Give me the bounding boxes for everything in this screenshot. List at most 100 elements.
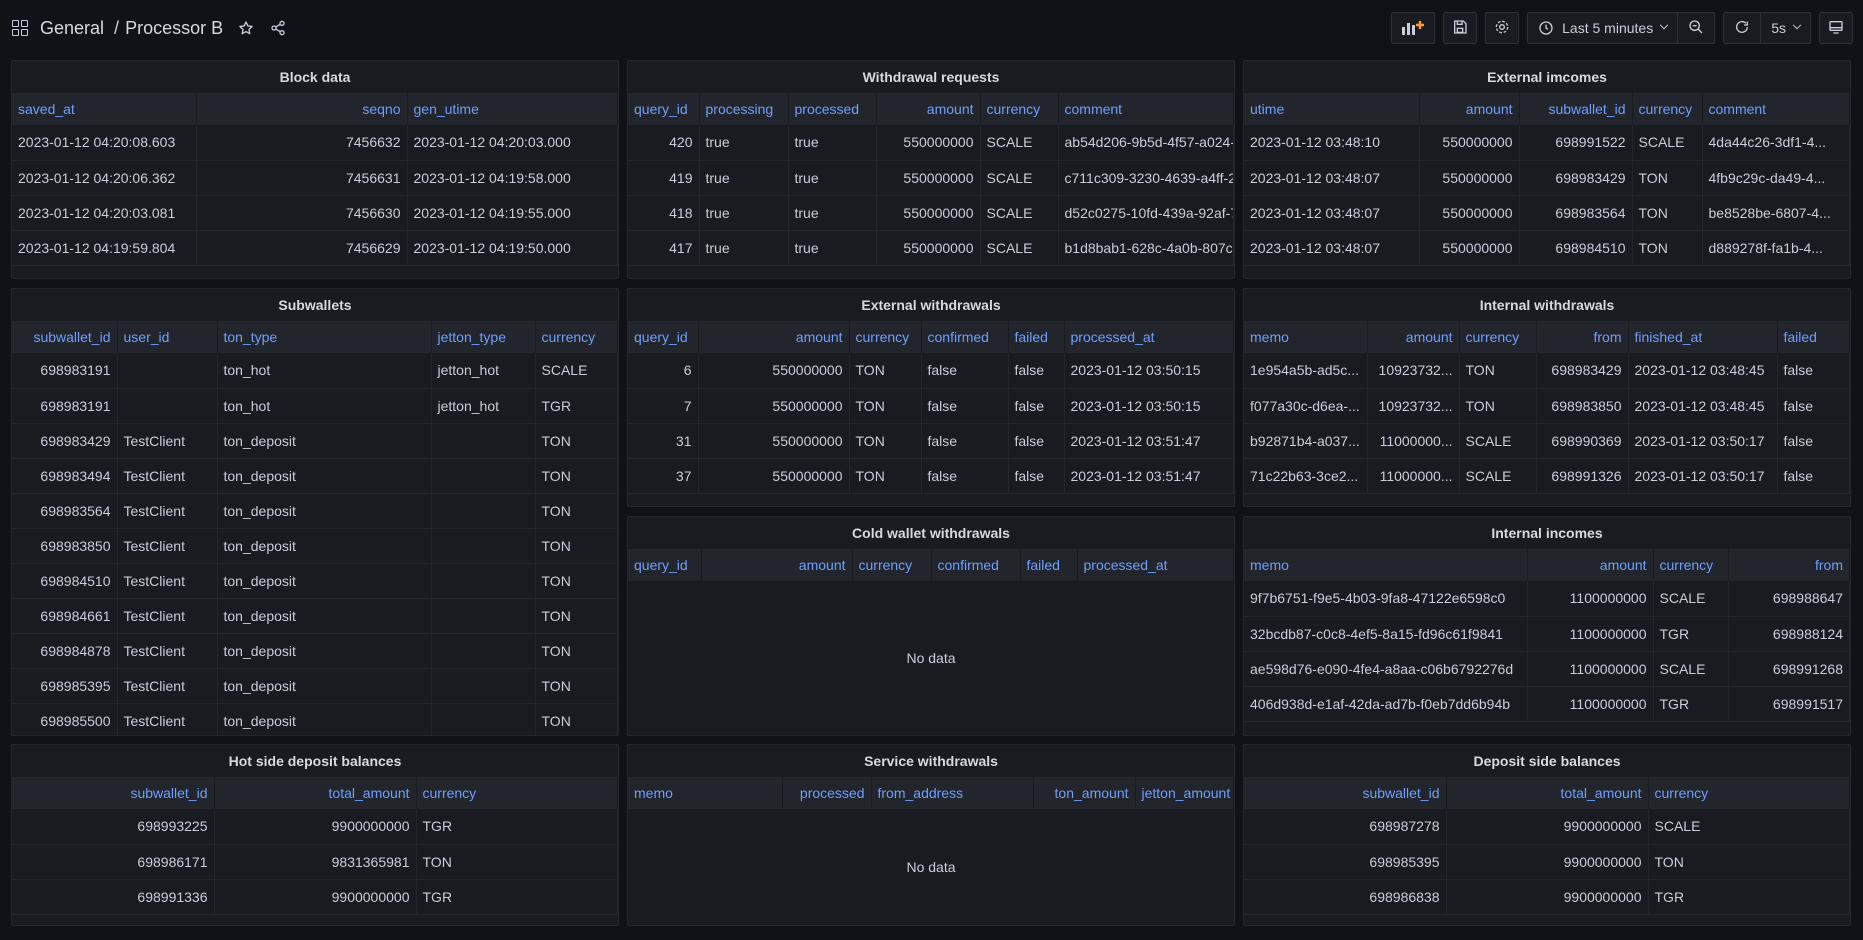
column-header-comment[interactable]: comment	[1702, 93, 1850, 125]
column-header-subwallet-id[interactable]: subwallet_id	[12, 321, 118, 353]
time-range-picker[interactable]: Last 5 minutes	[1528, 13, 1677, 43]
column-header-currency[interactable]: currency	[416, 777, 618, 809]
column-header-currency[interactable]: currency	[535, 321, 618, 353]
chevron-down-icon	[1792, 20, 1802, 30]
column-header-currency[interactable]: currency	[980, 93, 1059, 125]
column-header-currency[interactable]: currency	[1648, 777, 1850, 809]
column-header-from[interactable]: from	[1728, 549, 1850, 581]
column-header-currency[interactable]: currency	[1632, 93, 1703, 125]
column-header-amount[interactable]: amount	[1527, 549, 1654, 581]
column-header-subwallet-id[interactable]: subwallet_id	[1519, 93, 1633, 125]
column-header-ton-type[interactable]: ton_type	[217, 321, 432, 353]
table-cell: jetton_hot	[431, 353, 536, 389]
table-cell: false	[1008, 423, 1065, 459]
column-header-ton-amount[interactable]: ton_amount	[1033, 777, 1136, 809]
add-panel-button[interactable]	[1391, 12, 1436, 44]
table-cell: false	[1777, 458, 1850, 494]
column-header-total-amount[interactable]: total_amount	[214, 777, 417, 809]
apps-grid-icon[interactable]	[12, 20, 28, 36]
save-dashboard-button[interactable]	[1443, 12, 1478, 44]
table-cell: 698983429	[12, 423, 118, 459]
table-cell: TON	[1459, 388, 1537, 424]
column-header-gen-utime[interactable]: gen_utime	[407, 93, 618, 125]
refresh-interval-picker[interactable]: 5s	[1760, 13, 1810, 43]
column-header-amount[interactable]: amount	[698, 321, 850, 353]
table-cell: 698983429	[1536, 353, 1629, 389]
table-cell: 9900000000	[214, 879, 417, 915]
time-range-group: Last 5 minutes	[1527, 12, 1716, 44]
column-header-processing[interactable]: processing	[699, 93, 789, 125]
share-icon[interactable]	[269, 19, 287, 37]
tv-mode-button[interactable]	[1819, 12, 1853, 44]
table-cell	[431, 528, 536, 564]
table-cell: 7456630	[196, 195, 408, 231]
column-header-currency[interactable]: currency	[852, 549, 932, 581]
column-header-from[interactable]: from	[1536, 321, 1629, 353]
table-cell: 406d938d-e1af-42da-ad7b-f0eb7dd6b94b	[1244, 686, 1528, 722]
save-icon	[1452, 19, 1468, 38]
column-header-amount[interactable]: amount	[1419, 93, 1520, 125]
column-header-memo[interactable]: memo	[1244, 321, 1368, 353]
time-range-label: Last 5 minutes	[1562, 20, 1654, 36]
table-cell: 4fb9c29c-da49-4...	[1702, 160, 1850, 196]
table-cell: ton_deposit	[217, 493, 432, 529]
breadcrumb-folder[interactable]: General	[40, 18, 104, 39]
table-cell: TON	[1632, 230, 1703, 266]
column-header-amount[interactable]: amount	[876, 93, 981, 125]
service-withdrawals-table: memo processed from_address ton_amount j…	[628, 777, 1234, 809]
star-icon[interactable]	[237, 19, 255, 37]
column-header-user-id[interactable]: user_id	[117, 321, 218, 353]
column-header-subwallet-id[interactable]: subwallet_id	[1244, 777, 1447, 809]
table-cell: 2023-01-12 03:50:15	[1064, 388, 1234, 424]
column-header-amount[interactable]: amount	[701, 549, 853, 581]
column-header-memo[interactable]: memo	[1244, 549, 1528, 581]
column-header-confirmed[interactable]: confirmed	[931, 549, 1021, 581]
table-cell: 2023-01-12 03:48:07	[1244, 160, 1420, 196]
table-cell: 550000000	[1419, 160, 1520, 196]
column-header-memo[interactable]: memo	[628, 777, 783, 809]
zoom-out-button[interactable]	[1677, 13, 1714, 43]
column-header-currency[interactable]: currency	[1653, 549, 1729, 581]
column-header-finished-at[interactable]: finished_at	[1628, 321, 1778, 353]
column-header-processed[interactable]: processed	[788, 93, 877, 125]
table-cell	[117, 388, 218, 424]
refresh-button[interactable]	[1724, 13, 1760, 43]
column-header-processed-at[interactable]: processed_at	[1077, 549, 1234, 581]
column-header-amount[interactable]: amount	[1367, 321, 1460, 353]
table-cell	[431, 423, 536, 459]
column-header-seqno[interactable]: seqno	[196, 93, 408, 125]
table-cell: 6	[628, 353, 699, 389]
refresh-icon	[1734, 19, 1750, 38]
panel-title: External imcomes	[1487, 69, 1607, 85]
column-header-saved-at[interactable]: saved_at	[12, 93, 197, 125]
column-header-query-id[interactable]: query_id	[628, 321, 699, 353]
column-header-query-id[interactable]: query_id	[628, 549, 702, 581]
table-cell: false	[1008, 458, 1065, 494]
column-header-processed-at[interactable]: processed_at	[1064, 321, 1234, 353]
column-header-total-amount[interactable]: total_amount	[1446, 777, 1649, 809]
table-row: 1e954a5b-ad5c... 10923732... TON 698983429 2…	[1244, 353, 1850, 389]
column-header-currency[interactable]: currency	[1459, 321, 1537, 353]
column-header-failed[interactable]: failed	[1777, 321, 1850, 353]
table-cell: 4da44c26-3df1-4...	[1702, 125, 1850, 161]
column-header-processed[interactable]: processed	[782, 777, 872, 809]
column-header-subwallet-id[interactable]: subwallet_id	[12, 777, 215, 809]
panel-title: Service withdrawals	[864, 753, 998, 769]
column-header-currency[interactable]: currency	[849, 321, 922, 353]
column-header-comment[interactable]: comment	[1058, 93, 1234, 125]
column-header-utime[interactable]: utime	[1244, 93, 1420, 125]
table-cell: 2023-01-12 04:19:59.804	[12, 230, 197, 266]
column-header-jetton-amount[interactable]: jetton_amount	[1135, 777, 1234, 809]
column-header-failed[interactable]: failed	[1008, 321, 1065, 353]
table-row: 419 true true 550000000 SCALE c711c309-3230-4…	[628, 160, 1234, 196]
column-header-query-id[interactable]: query_id	[628, 93, 700, 125]
column-header-confirmed[interactable]: confirmed	[921, 321, 1009, 353]
block-data-table: saved_at seqno gen_utime 2023-01-12 04:2…	[12, 93, 618, 266]
column-header-from-address[interactable]: from_address	[871, 777, 1034, 809]
table-cell: 698984510	[1519, 230, 1633, 266]
column-header-failed[interactable]: failed	[1020, 549, 1078, 581]
table-cell: 7456629	[196, 230, 408, 266]
dashboard-settings-button[interactable]	[1485, 12, 1520, 44]
table-row: 698983191 ton_hot jetton_hot SCALE	[12, 353, 618, 389]
column-header-jetton-type[interactable]: jetton_type	[431, 321, 536, 353]
